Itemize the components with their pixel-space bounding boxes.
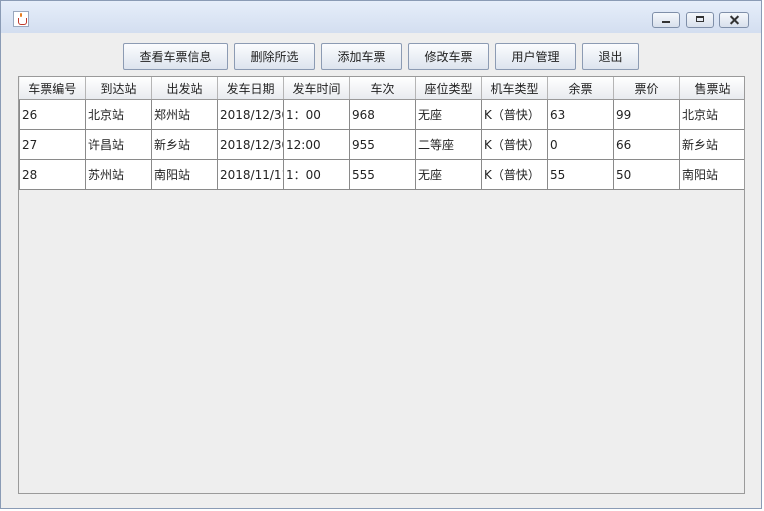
column-header[interactable]: 车票编号 bbox=[19, 77, 86, 100]
table-cell[interactable]: 北京站 bbox=[85, 99, 152, 130]
user-management-button[interactable]: 用户管理 bbox=[495, 43, 576, 70]
table-cell[interactable]: 55 bbox=[547, 159, 614, 190]
table-cell[interactable]: 北京站 bbox=[679, 99, 744, 130]
table-row[interactable]: 26 北京站 郑州站 2018/12/30 1：00 968 无座 K（普快） … bbox=[19, 99, 744, 130]
view-tickets-button[interactable]: 查看车票信息 bbox=[123, 43, 228, 70]
table-cell[interactable]: 12:00 bbox=[283, 129, 350, 160]
column-header[interactable]: 出发站 bbox=[151, 77, 218, 100]
add-ticket-button[interactable]: 添加车票 bbox=[321, 43, 402, 70]
table-cell[interactable]: 南阳站 bbox=[151, 159, 218, 190]
delete-selected-button[interactable]: 删除所选 bbox=[234, 43, 315, 70]
table-cell[interactable]: 1：00 bbox=[283, 159, 350, 190]
table-cell[interactable]: 苏州站 bbox=[85, 159, 152, 190]
table-cell[interactable]: K（普快） bbox=[481, 99, 548, 130]
column-header[interactable]: 机车类型 bbox=[481, 77, 548, 100]
column-header[interactable]: 车次 bbox=[349, 77, 416, 100]
maximize-button[interactable] bbox=[686, 12, 714, 28]
table-cell[interactable]: 无座 bbox=[415, 159, 482, 190]
table-cell[interactable]: 66 bbox=[613, 129, 680, 160]
table-row[interactable]: 27 许昌站 新乡站 2018/12/30 12:00 955 二等座 K（普快… bbox=[19, 129, 744, 160]
table-cell[interactable]: 99 bbox=[613, 99, 680, 130]
table-cell[interactable]: 50 bbox=[613, 159, 680, 190]
toolbar: 查看车票信息 删除所选 添加车票 修改车票 用户管理 退出 bbox=[11, 34, 751, 74]
title-bar[interactable] bbox=[1, 1, 761, 33]
table-cell[interactable]: 63 bbox=[547, 99, 614, 130]
table-cell[interactable]: K（普快） bbox=[481, 129, 548, 160]
tickets-table[interactable]: 车票编号 到达站 出发站 发车日期 发车时间 车次 座位类型 机车类型 余票 票… bbox=[19, 77, 744, 190]
column-header[interactable]: 发车日期 bbox=[217, 77, 284, 100]
table-cell[interactable]: 郑州站 bbox=[151, 99, 218, 130]
minimize-button[interactable] bbox=[652, 12, 680, 28]
table-cell[interactable]: 2018/11/11 bbox=[217, 159, 284, 190]
close-button[interactable] bbox=[719, 12, 749, 28]
content-panel: 查看车票信息 删除所选 添加车票 修改车票 用户管理 退出 车票编号 到达站 出… bbox=[11, 34, 751, 499]
tickets-table-scroll[interactable]: 车票编号 到达站 出发站 发车日期 发车时间 车次 座位类型 机车类型 余票 票… bbox=[18, 76, 745, 494]
table-cell[interactable]: 955 bbox=[349, 129, 416, 160]
table-cell[interactable]: 28 bbox=[19, 159, 86, 190]
table-header-row: 车票编号 到达站 出发站 发车日期 发车时间 车次 座位类型 机车类型 余票 票… bbox=[19, 77, 744, 100]
edit-ticket-button[interactable]: 修改车票 bbox=[408, 43, 489, 70]
table-cell[interactable]: 无座 bbox=[415, 99, 482, 130]
table-cell[interactable]: 1：00 bbox=[283, 99, 350, 130]
table-cell[interactable]: 26 bbox=[19, 99, 86, 130]
table-cell[interactable]: K（普快） bbox=[481, 159, 548, 190]
column-header[interactable]: 售票站 bbox=[679, 77, 744, 100]
column-header[interactable]: 余票 bbox=[547, 77, 614, 100]
table-cell[interactable]: 2018/12/30 bbox=[217, 129, 284, 160]
table-cell[interactable]: 968 bbox=[349, 99, 416, 130]
table-cell[interactable]: 南阳站 bbox=[679, 159, 744, 190]
table-cell[interactable]: 二等座 bbox=[415, 129, 482, 160]
table-cell[interactable]: 27 bbox=[19, 129, 86, 160]
main-window: 查看车票信息 删除所选 添加车票 修改车票 用户管理 退出 车票编号 到达站 出… bbox=[0, 0, 762, 509]
column-header[interactable]: 发车时间 bbox=[283, 77, 350, 100]
table-cell[interactable]: 新乡站 bbox=[679, 129, 744, 160]
column-header[interactable]: 到达站 bbox=[85, 77, 152, 100]
java-cup-icon bbox=[13, 11, 29, 27]
column-header[interactable]: 票价 bbox=[613, 77, 680, 100]
table-cell[interactable]: 0 bbox=[547, 129, 614, 160]
table-row[interactable]: 28 苏州站 南阳站 2018/11/11 1：00 555 无座 K（普快） … bbox=[19, 159, 744, 190]
table-cell[interactable]: 许昌站 bbox=[85, 129, 152, 160]
table-cell[interactable]: 555 bbox=[349, 159, 416, 190]
column-header[interactable]: 座位类型 bbox=[415, 77, 482, 100]
exit-button[interactable]: 退出 bbox=[582, 43, 639, 70]
table-cell[interactable]: 新乡站 bbox=[151, 129, 218, 160]
table-cell[interactable]: 2018/12/30 bbox=[217, 99, 284, 130]
